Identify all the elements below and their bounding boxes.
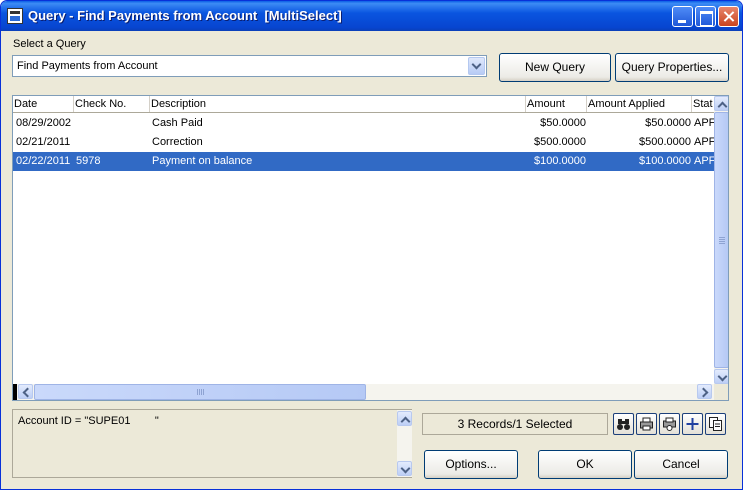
column-header-amount[interactable]: Amount (527, 98, 565, 110)
cancel-button[interactable]: Cancel (634, 450, 728, 479)
cell-amount-applied: $50.0000 (645, 117, 691, 129)
window-title: Query - Find Payments from Account [Mult… (28, 8, 342, 23)
column-header-status[interactable]: Stat (693, 98, 713, 110)
table-row[interactable]: 08/29/2002 Cash Paid $50.0000 $50.0000 A… (13, 114, 714, 133)
scroll-down-button[interactable] (714, 369, 728, 384)
criteria-panel: Account ID = "SUPE01 " (12, 409, 412, 478)
print-button[interactable] (636, 413, 657, 435)
column-header-date[interactable]: Date (14, 98, 37, 110)
cell-status: APF (694, 117, 714, 129)
add-button[interactable] (682, 413, 703, 435)
close-button[interactable] (718, 6, 739, 27)
chevron-up-icon (400, 416, 411, 427)
vertical-scroll-thumb[interactable] (714, 112, 728, 368)
binoculars-icon (617, 419, 630, 430)
cell-description: Correction (152, 136, 203, 148)
table-row-selected[interactable]: 02/22/2011 5978 Payment on balance $100.… (13, 152, 714, 171)
record-count-status: 3 Records/1 Selected (422, 413, 608, 435)
new-query-button[interactable]: New Query (499, 53, 611, 82)
cell-status: APF (694, 155, 714, 167)
dropdown-button[interactable] (468, 57, 485, 75)
query-properties-button[interactable]: Query Properties... (615, 53, 729, 82)
scroll-up-button[interactable] (397, 411, 412, 427)
grid-header: Date Check No. Description Amount Amount… (13, 96, 714, 113)
print-preview-icon (663, 417, 676, 431)
horizontal-scrollbar[interactable] (13, 384, 714, 400)
cell-amount-applied: $100.0000 (639, 155, 691, 167)
table-row[interactable]: 02/21/2011 Correction $500.0000 $500.000… (13, 133, 714, 152)
copy-button[interactable] (705, 413, 726, 435)
cell-check-no: 5978 (76, 155, 101, 167)
cell-date: 08/29/2002 (16, 117, 72, 129)
title-bar[interactable]: Query - Find Payments from Account [Mult… (1, 1, 742, 31)
cell-amount: $500.0000 (534, 136, 586, 148)
options-button[interactable]: Options... (424, 450, 518, 479)
cell-description: Cash Paid (152, 117, 203, 129)
vertical-scrollbar[interactable] (714, 96, 728, 384)
criteria-text: Account ID = "SUPE01 " (18, 415, 159, 427)
cell-description: Payment on balance (152, 155, 253, 167)
printer-icon (640, 417, 653, 431)
query-dialog: Query - Find Payments from Account [Mult… (0, 0, 743, 490)
select-query-label: Select a Query (13, 38, 86, 50)
column-header-check-no[interactable]: Check No. (75, 98, 126, 110)
results-grid[interactable]: Date Check No. Description Amount Amount… (12, 95, 729, 401)
scroll-up-button[interactable] (714, 96, 728, 112)
minimize-button[interactable] (672, 6, 693, 27)
add-icon (686, 418, 699, 430)
chevron-down-icon (717, 371, 728, 382)
chevron-left-icon (22, 387, 33, 398)
query-select[interactable]: Find Payments from Account (12, 55, 487, 77)
maximize-button[interactable] (695, 6, 716, 27)
cell-amount: $50.0000 (540, 117, 586, 129)
chevron-up-icon (717, 101, 728, 112)
column-header-amount-applied[interactable]: Amount Applied (588, 98, 665, 110)
chevron-down-icon (400, 463, 411, 474)
cell-amount-applied: $500.0000 (639, 136, 691, 148)
chevron-right-icon (698, 387, 709, 398)
cell-date: 02/22/2011 (16, 155, 71, 167)
scroll-right-button[interactable] (697, 384, 712, 399)
app-icon (7, 8, 23, 24)
criteria-scrollbar[interactable] (397, 410, 412, 477)
chevron-down-icon (471, 59, 482, 70)
find-button[interactable] (613, 413, 634, 435)
scroll-left-button[interactable] (18, 384, 33, 399)
print-preview-button[interactable] (659, 413, 680, 435)
horizontal-scroll-thumb[interactable] (34, 384, 366, 400)
cell-status: APF (694, 136, 714, 148)
ok-button[interactable]: OK (538, 450, 632, 479)
column-header-description[interactable]: Description (151, 98, 206, 110)
cell-date: 02/21/2011 (16, 136, 71, 148)
query-select-value: Find Payments from Account (17, 60, 158, 72)
copy-icon (709, 417, 722, 431)
scroll-down-button[interactable] (397, 461, 412, 476)
cell-amount: $100.0000 (534, 155, 586, 167)
